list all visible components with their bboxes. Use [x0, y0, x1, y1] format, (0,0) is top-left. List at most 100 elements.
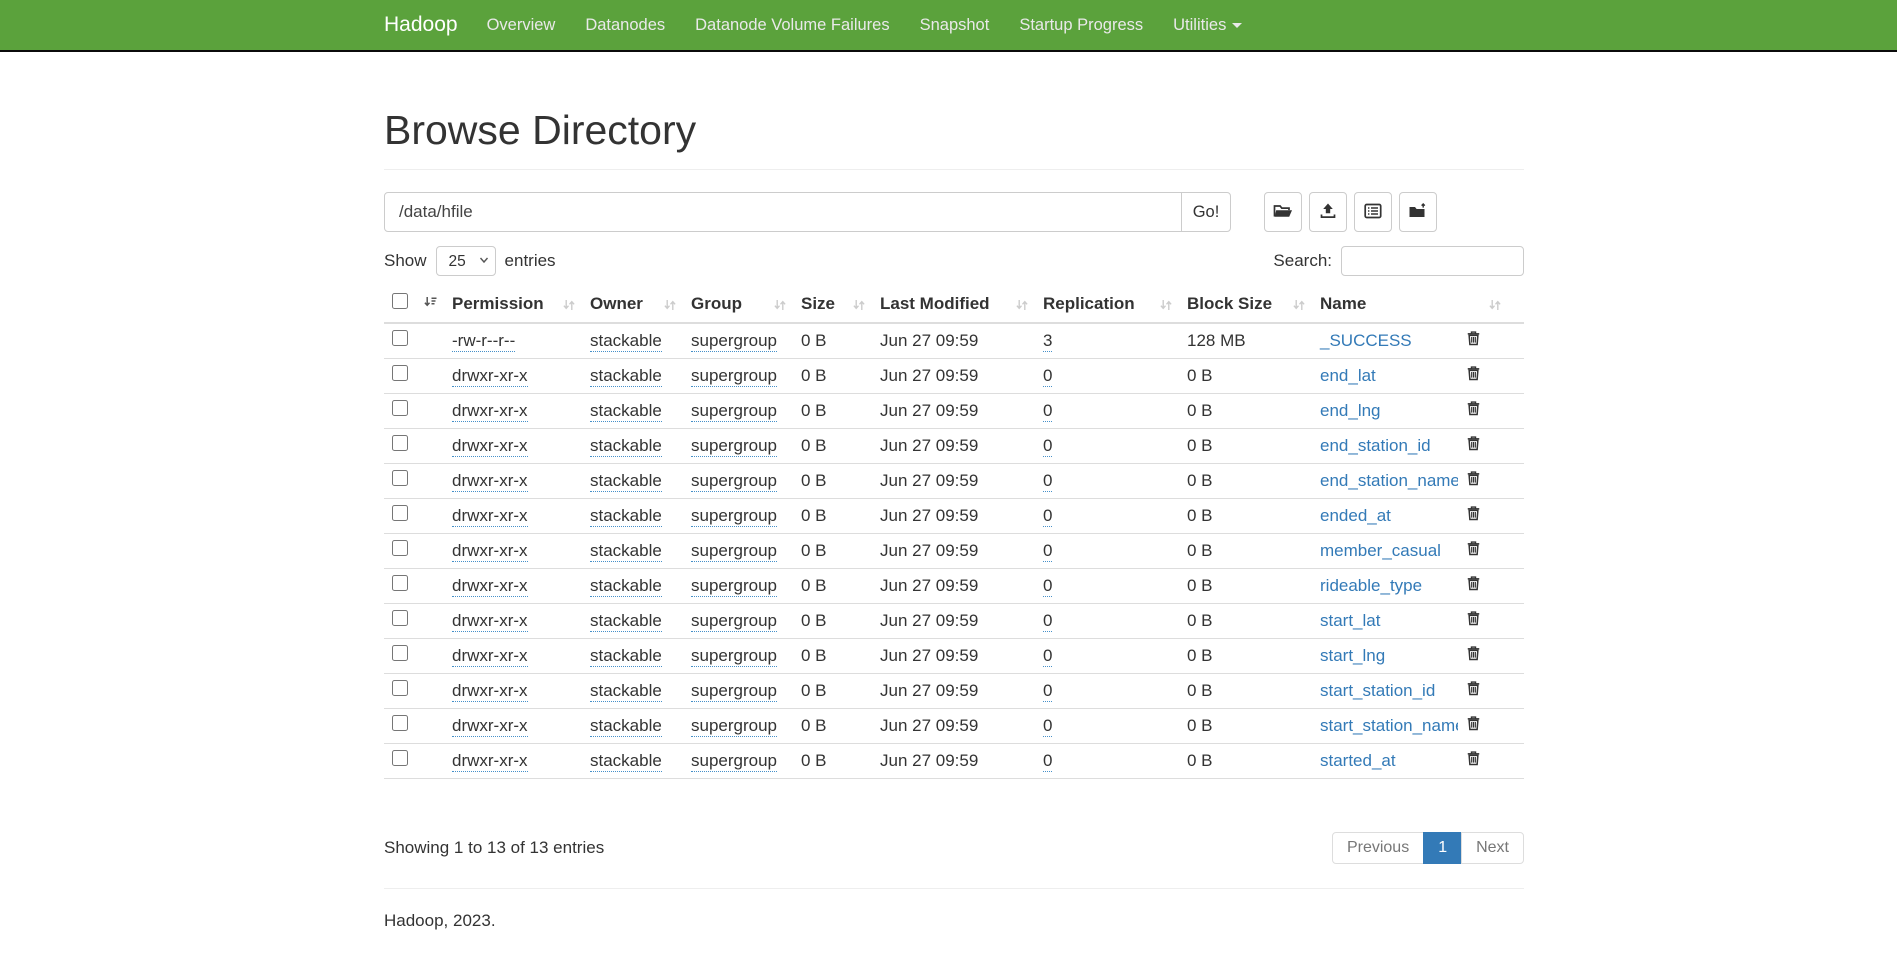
- group-value[interactable]: supergroup: [691, 751, 777, 772]
- group-value[interactable]: supergroup: [691, 541, 777, 562]
- replication-value[interactable]: 0: [1043, 471, 1052, 492]
- row-checkbox[interactable]: [392, 330, 408, 346]
- pagination-next[interactable]: Next: [1462, 832, 1524, 864]
- replication-value[interactable]: 0: [1043, 506, 1052, 527]
- file-name-link[interactable]: _SUCCESS: [1320, 331, 1412, 350]
- navbar-brand[interactable]: Hadoop: [384, 13, 472, 37]
- pagination-page-1[interactable]: 1: [1424, 832, 1462, 864]
- owner-value[interactable]: stackable: [590, 576, 662, 597]
- col-header-last-modified[interactable]: Last Modified: [872, 285, 1035, 323]
- owner-value[interactable]: stackable: [590, 541, 662, 562]
- col-header-block-size[interactable]: Block Size: [1179, 285, 1312, 323]
- row-checkbox[interactable]: [392, 575, 408, 591]
- group-value[interactable]: supergroup: [691, 576, 777, 597]
- upload-files-button[interactable]: [1309, 192, 1347, 232]
- owner-value[interactable]: stackable: [590, 611, 662, 632]
- create-directory-button[interactable]: [1264, 192, 1302, 232]
- row-checkbox[interactable]: [392, 505, 408, 521]
- file-name-link[interactable]: start_lat: [1320, 611, 1380, 630]
- replication-value[interactable]: 0: [1043, 751, 1052, 772]
- delete-file-button[interactable]: [1466, 400, 1481, 419]
- col-header-actions[interactable]: [1458, 285, 1524, 323]
- delete-file-button[interactable]: [1466, 505, 1481, 524]
- delete-file-button[interactable]: [1466, 435, 1481, 454]
- file-name-link[interactable]: start_lng: [1320, 646, 1385, 665]
- row-checkbox[interactable]: [392, 470, 408, 486]
- row-checkbox[interactable]: [392, 365, 408, 381]
- file-name-link[interactable]: started_at: [1320, 751, 1396, 770]
- replication-value[interactable]: 0: [1043, 436, 1052, 457]
- replication-value[interactable]: 0: [1043, 366, 1052, 387]
- file-name-link[interactable]: end_lat: [1320, 366, 1376, 385]
- file-name-link[interactable]: end_station_id: [1320, 436, 1431, 455]
- col-header-group[interactable]: Group: [683, 285, 793, 323]
- owner-value[interactable]: stackable: [590, 366, 662, 387]
- owner-value[interactable]: stackable: [590, 716, 662, 737]
- nav-item-startup-progress[interactable]: Startup Progress: [1004, 0, 1158, 50]
- pagination-previous[interactable]: Previous: [1333, 832, 1424, 864]
- permission-value[interactable]: drwxr-xr-x: [452, 681, 528, 702]
- owner-value[interactable]: stackable: [590, 401, 662, 422]
- group-value[interactable]: supergroup: [691, 716, 777, 737]
- file-name-link[interactable]: start_station_name: [1320, 716, 1458, 735]
- owner-value[interactable]: stackable: [590, 751, 662, 772]
- permission-value[interactable]: -rw-r--r--: [452, 331, 515, 352]
- file-name-link[interactable]: end_station_name: [1320, 471, 1458, 490]
- group-value[interactable]: supergroup: [691, 506, 777, 527]
- replication-value[interactable]: 0: [1043, 681, 1052, 702]
- nav-item-datanodes[interactable]: Datanodes: [570, 0, 680, 50]
- owner-value[interactable]: stackable: [590, 436, 662, 457]
- permission-value[interactable]: drwxr-xr-x: [452, 576, 528, 597]
- col-header-owner[interactable]: Owner: [582, 285, 683, 323]
- row-checkbox[interactable]: [392, 610, 408, 626]
- delete-file-button[interactable]: [1466, 470, 1481, 489]
- delete-file-button[interactable]: [1466, 645, 1481, 664]
- group-value[interactable]: supergroup: [691, 331, 777, 352]
- page-size-select[interactable]: 25: [436, 246, 496, 276]
- group-value[interactable]: supergroup: [691, 366, 777, 387]
- select-all-checkbox[interactable]: [392, 293, 408, 309]
- group-value[interactable]: supergroup: [691, 471, 777, 492]
- row-checkbox[interactable]: [392, 680, 408, 696]
- group-value[interactable]: supergroup: [691, 401, 777, 422]
- replication-value[interactable]: 0: [1043, 401, 1052, 422]
- directory-path-input[interactable]: [384, 192, 1182, 232]
- permission-value[interactable]: drwxr-xr-x: [452, 646, 528, 667]
- search-input[interactable]: [1341, 246, 1524, 276]
- delete-file-button[interactable]: [1466, 750, 1481, 769]
- col-header-name[interactable]: Name: [1312, 285, 1458, 323]
- delete-file-button[interactable]: [1466, 680, 1481, 699]
- permission-value[interactable]: drwxr-xr-x: [452, 401, 528, 422]
- delete-file-button[interactable]: [1466, 540, 1481, 559]
- row-checkbox[interactable]: [392, 540, 408, 556]
- cut-paste-button[interactable]: [1354, 192, 1392, 232]
- move-file-button[interactable]: [1399, 192, 1437, 232]
- owner-value[interactable]: stackable: [590, 646, 662, 667]
- replication-value[interactable]: 0: [1043, 541, 1052, 562]
- go-button[interactable]: Go!: [1181, 192, 1231, 232]
- replication-value[interactable]: 0: [1043, 576, 1052, 597]
- col-header-size[interactable]: Size: [793, 285, 872, 323]
- permission-value[interactable]: drwxr-xr-x: [452, 541, 528, 562]
- file-name-link[interactable]: start_station_id: [1320, 681, 1435, 700]
- nav-item-overview[interactable]: Overview: [472, 0, 571, 50]
- replication-value[interactable]: 0: [1043, 611, 1052, 632]
- row-checkbox[interactable]: [392, 400, 408, 416]
- permission-value[interactable]: drwxr-xr-x: [452, 366, 528, 387]
- file-name-link[interactable]: ended_at: [1320, 506, 1391, 525]
- permission-value[interactable]: drwxr-xr-x: [452, 436, 528, 457]
- permission-value[interactable]: drwxr-xr-x: [452, 506, 528, 527]
- nav-item-datanode-volume-failures[interactable]: Datanode Volume Failures: [680, 0, 904, 50]
- file-name-link[interactable]: member_casual: [1320, 541, 1441, 560]
- col-header-sort[interactable]: [415, 285, 444, 323]
- replication-value[interactable]: 0: [1043, 716, 1052, 737]
- delete-file-button[interactable]: [1466, 715, 1481, 734]
- owner-value[interactable]: stackable: [590, 331, 662, 352]
- permission-value[interactable]: drwxr-xr-x: [452, 471, 528, 492]
- file-name-link[interactable]: rideable_type: [1320, 576, 1422, 595]
- permission-value[interactable]: drwxr-xr-x: [452, 751, 528, 772]
- owner-value[interactable]: stackable: [590, 506, 662, 527]
- delete-file-button[interactable]: [1466, 610, 1481, 629]
- row-checkbox[interactable]: [392, 750, 408, 766]
- col-header-replication[interactable]: Replication: [1035, 285, 1179, 323]
